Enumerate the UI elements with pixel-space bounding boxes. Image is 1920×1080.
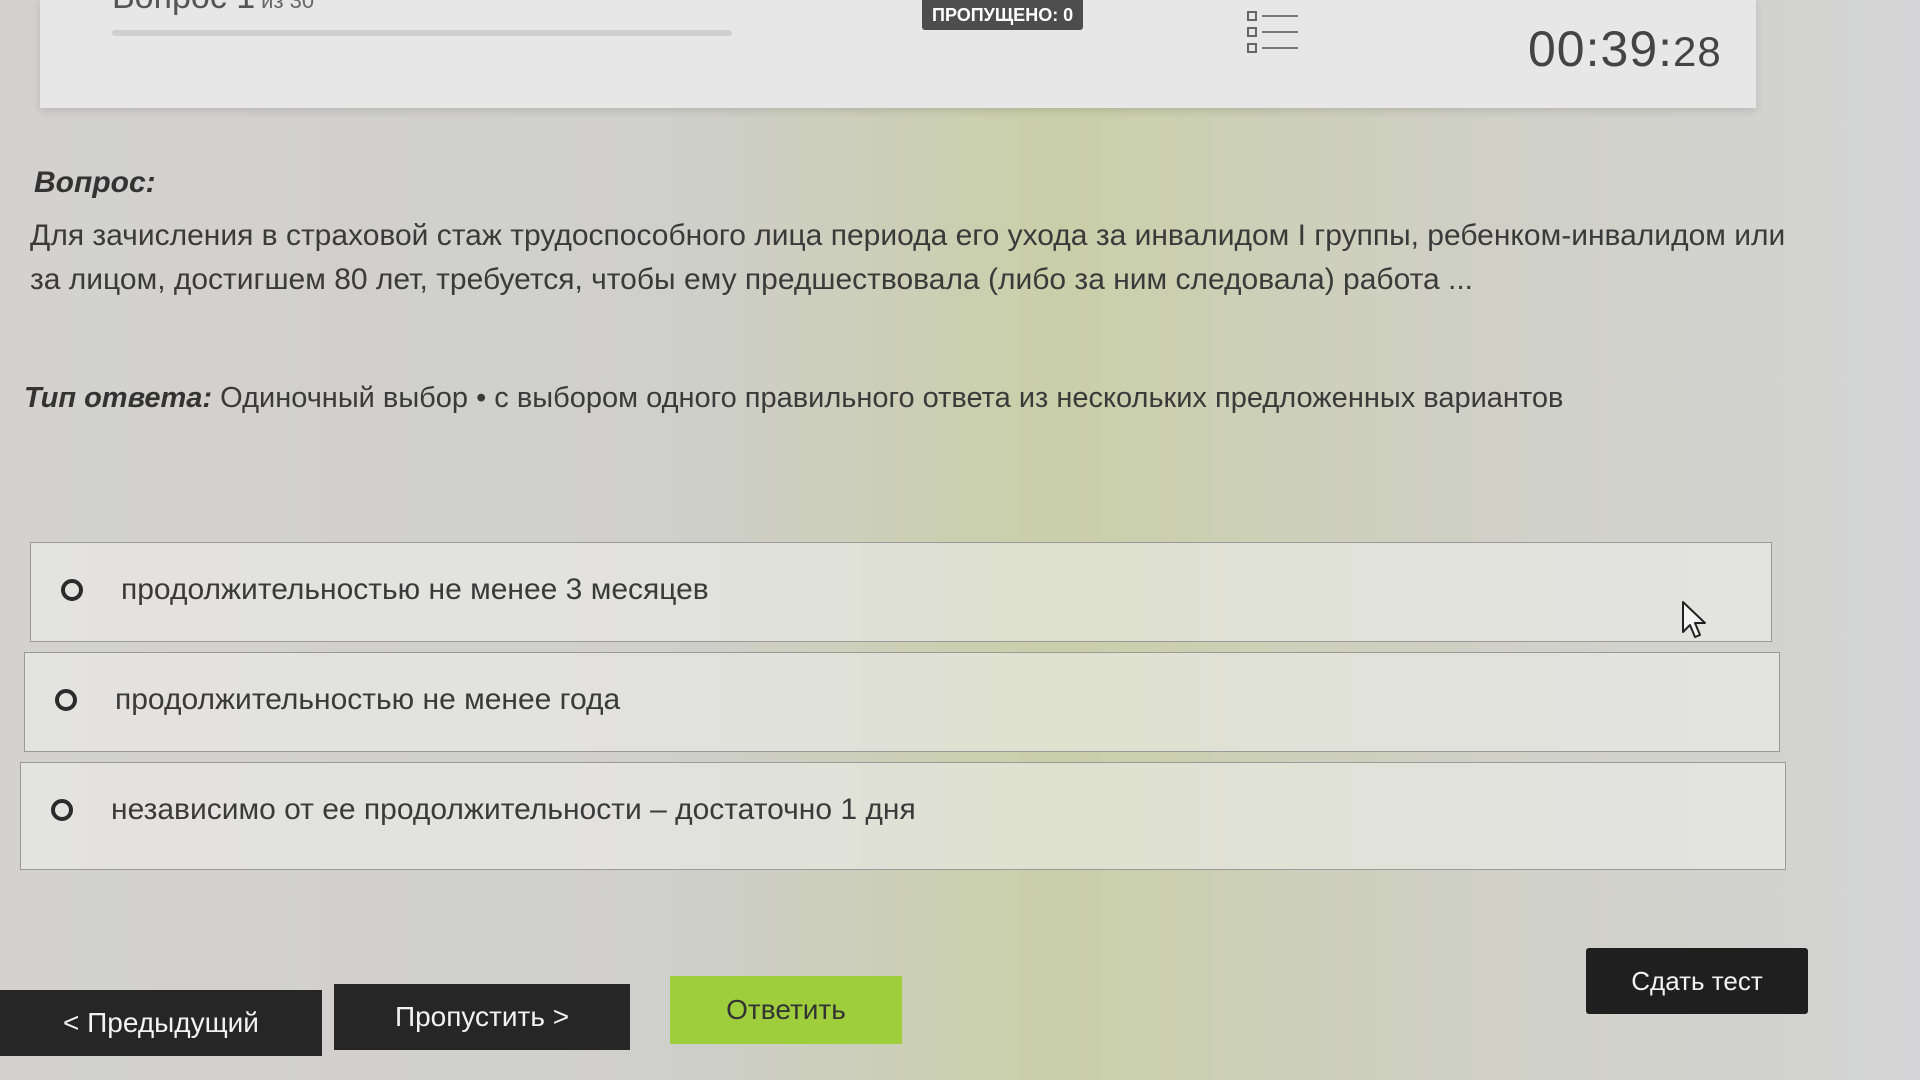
- mouse-pointer-icon: [1680, 600, 1710, 640]
- list-icon[interactable]: [1246, 8, 1300, 58]
- answer-type-value: Одиночный выбор • с выбором одного прави…: [220, 382, 1564, 414]
- question-label: Вопрос:: [34, 166, 156, 199]
- question-text: Для зачисления в страховой стаж трудоспо…: [30, 219, 1786, 296]
- question-counter-total: из 30: [261, 0, 315, 13]
- radio-button[interactable]: [51, 799, 73, 821]
- answer-button[interactable]: Ответить: [670, 976, 902, 1044]
- answer-type: Тип ответа: Одиночный выбор • с выбором …: [24, 382, 1563, 415]
- previous-button[interactable]: < Предыдущий: [0, 990, 322, 1056]
- answer-option-text: независимо от ее продолжительности – дос…: [111, 793, 916, 826]
- skipped-badge: ПРОПУЩЕНО: 0: [922, 0, 1084, 30]
- answer-option-1[interactable]: продолжительностью не менее 3 месяцев: [30, 542, 1772, 642]
- answer-option-3[interactable]: независимо от ее продолжительности – дос…: [20, 762, 1786, 870]
- progress-bar: [112, 30, 732, 36]
- radio-button[interactable]: [55, 689, 77, 711]
- answer-option-text: продолжительностью не менее 3 месяцев: [121, 573, 709, 606]
- top-bar: Вопрос 1 из 30 ПРОПУЩЕНО: 0 00:39:28: [40, 0, 1756, 108]
- question-counter: Вопрос 1 из 30: [112, 0, 314, 17]
- timer-main: 00:39:: [1528, 21, 1674, 77]
- submit-test-button[interactable]: Сдать тест: [1586, 948, 1808, 1014]
- timer-seconds: 28: [1673, 28, 1722, 75]
- timer: 00:39:28: [1528, 20, 1722, 78]
- answer-option-2[interactable]: продолжительностью не менее года: [24, 652, 1780, 752]
- answer-type-label: Тип ответа:: [24, 382, 213, 414]
- answer-option-text: продолжительностью не менее года: [115, 683, 621, 716]
- question-counter-number: Вопрос 1: [112, 0, 255, 16]
- radio-button[interactable]: [61, 579, 83, 601]
- skip-button[interactable]: Пропустить >: [334, 984, 630, 1050]
